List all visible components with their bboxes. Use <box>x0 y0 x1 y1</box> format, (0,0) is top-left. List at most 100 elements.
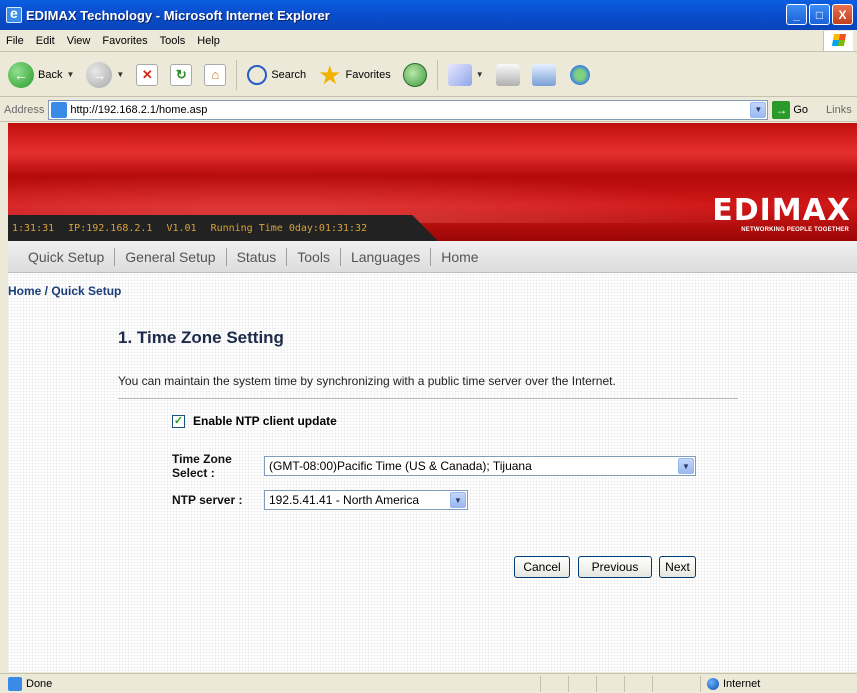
minimize-button[interactable]: _ <box>786 4 807 25</box>
toolbar-separator <box>436 59 438 90</box>
search-button[interactable]: Search <box>243 57 310 93</box>
window-controls: _ □ X <box>786 4 853 25</box>
section-description: You can maintain the system time by sync… <box>118 374 616 388</box>
menubar: File Edit View Favorites Tools Help <box>0 30 857 52</box>
maximize-button[interactable]: □ <box>809 4 830 25</box>
close-button[interactable]: X <box>832 4 853 25</box>
stop-button[interactable]: ✕ <box>132 57 162 93</box>
ntp-enable-row: ✓ Enable NTP client update <box>172 414 337 428</box>
home-icon: ⌂ <box>204 63 227 86</box>
window-left-edge <box>0 123 8 673</box>
edimax-logo: EDIMAX <box>712 193 851 228</box>
chevron-down-icon: ▼ <box>678 458 694 474</box>
nav-general-setup[interactable]: General Setup <box>115 247 227 266</box>
back-arrow-icon: ← <box>8 61 34 88</box>
address-input[interactable]: http://192.168.2.1/home.asp ▼ <box>48 99 769 120</box>
messenger-icon <box>567 63 592 86</box>
security-zone: Internet <box>700 676 760 692</box>
status-text: Done <box>26 677 53 690</box>
go-label: Go <box>793 103 809 116</box>
refresh-icon: ↻ <box>170 63 193 86</box>
printer-icon <box>495 63 520 86</box>
timezone-label: Time Zone Select : <box>172 452 232 480</box>
star-icon: ★ <box>318 59 342 90</box>
ntp-server-label: NTP server : <box>172 493 243 507</box>
stop-icon: ✕ <box>136 63 159 86</box>
forward-button[interactable]: → ▼ <box>82 57 128 93</box>
menu-view[interactable]: View <box>67 35 91 47</box>
section-title: 1. Time Zone Setting <box>118 328 284 347</box>
address-bar: Address http://192.168.2.1/home.asp ▼ → … <box>0 98 857 122</box>
windows-logo-icon <box>823 31 853 51</box>
nav-quick-setup[interactable]: Quick Setup <box>18 247 116 266</box>
toolbar-separator <box>236 59 238 90</box>
menu-help[interactable]: Help <box>197 35 220 47</box>
go-arrow-icon: → <box>772 100 791 119</box>
status-panes <box>540 676 680 692</box>
nav-tools[interactable]: Tools <box>287 247 341 266</box>
router-status-strip: 1:31:31 IP:192.168.2.1 V1.01 Running Tim… <box>8 215 438 241</box>
window-title: EDIMAX Technology - Microsoft Internet E… <box>26 7 330 23</box>
router-nav: Quick Setup General Setup Status Tools L… <box>8 241 857 273</box>
back-label: Back <box>38 68 63 81</box>
router-banner: 1:31:31 IP:192.168.2.1 V1.01 Running Tim… <box>8 123 857 241</box>
chevron-down-icon: ▼ <box>475 70 484 79</box>
status-pane <box>652 676 680 692</box>
next-button[interactable]: Next <box>659 556 696 578</box>
toolbar: ← Back ▼ → ▼ ✕ ↻ ⌂ Search ★ Favorites ▼ <box>0 53 857 97</box>
messenger-button[interactable] <box>564 57 596 93</box>
favorites-button[interactable]: ★ Favorites <box>314 57 395 93</box>
status-pane <box>624 676 652 692</box>
links-toolbar[interactable]: Links <box>826 104 852 116</box>
menu-favorites[interactable]: Favorites <box>102 35 147 47</box>
window-titlebar: EDIMAX Technology - Microsoft Internet E… <box>0 0 857 30</box>
go-button[interactable]: → Go <box>772 100 809 119</box>
statusbar: Done Internet <box>0 673 857 693</box>
previous-button[interactable]: Previous <box>578 556 652 578</box>
nav-home[interactable]: Home <box>431 248 488 266</box>
home-button[interactable]: ⌂ <box>200 57 230 93</box>
timezone-select[interactable]: (GMT-08:00)Pacific Time (US & Canada); T… <box>264 456 696 476</box>
edimax-tagline: NETWORKING PEOPLE TOGETHER <box>741 227 849 233</box>
chevron-down-icon[interactable]: ▼ <box>750 101 767 118</box>
menu-edit[interactable]: Edit <box>36 35 55 47</box>
ie-icon <box>6 5 22 23</box>
web-page: 1:31:31 IP:192.168.2.1 V1.01 Running Tim… <box>8 123 857 672</box>
nav-status[interactable]: Status <box>227 247 288 266</box>
chevron-down-icon: ▼ <box>450 492 466 508</box>
status-ip: IP:192.168.2.1 <box>68 222 153 234</box>
back-button[interactable]: ← Back ▼ <box>4 57 78 93</box>
divider <box>118 398 738 399</box>
menu-file[interactable]: File <box>6 35 24 47</box>
favorites-label: Favorites <box>345 68 391 81</box>
chevron-down-icon: ▼ <box>116 70 125 79</box>
chevron-down-icon: ▼ <box>66 70 75 79</box>
page-icon <box>8 676 22 691</box>
search-label: Search <box>271 68 307 81</box>
search-icon <box>247 64 268 85</box>
refresh-button[interactable]: ↻ <box>166 57 196 93</box>
edit-button[interactable] <box>528 57 560 93</box>
ntp-enable-label: Enable NTP client update <box>193 414 337 428</box>
cancel-button[interactable]: Cancel <box>514 556 570 578</box>
zone-label: Internet <box>723 678 761 690</box>
status-pane <box>568 676 596 692</box>
address-label: Address <box>4 103 45 116</box>
nav-languages[interactable]: Languages <box>341 247 432 266</box>
timezone-value: (GMT-08:00)Pacific Time (US & Canada); T… <box>269 459 532 473</box>
mail-icon <box>447 63 472 86</box>
ntp-enable-checkbox[interactable]: ✓ <box>172 414 185 428</box>
setup-content: Home / Quick Setup 1. Time Zone Setting … <box>8 274 857 672</box>
ntp-server-value: 192.5.41.41 - North America <box>269 493 420 507</box>
status-running-time: Running Time 0day:01:31:32 <box>210 222 368 234</box>
mail-button[interactable]: ▼ <box>444 57 488 93</box>
print-button[interactable] <box>492 57 524 93</box>
ntp-server-select[interactable]: 192.5.41.41 - North America ▼ <box>264 490 468 510</box>
globe-icon <box>707 678 719 690</box>
status-version: V1.01 <box>166 222 197 234</box>
breadcrumb: Home / Quick Setup <box>8 284 122 298</box>
history-button[interactable] <box>399 57 431 93</box>
forward-arrow-icon: → <box>86 61 113 88</box>
menu-tools[interactable]: Tools <box>160 35 186 47</box>
edit-page-icon <box>531 63 556 86</box>
